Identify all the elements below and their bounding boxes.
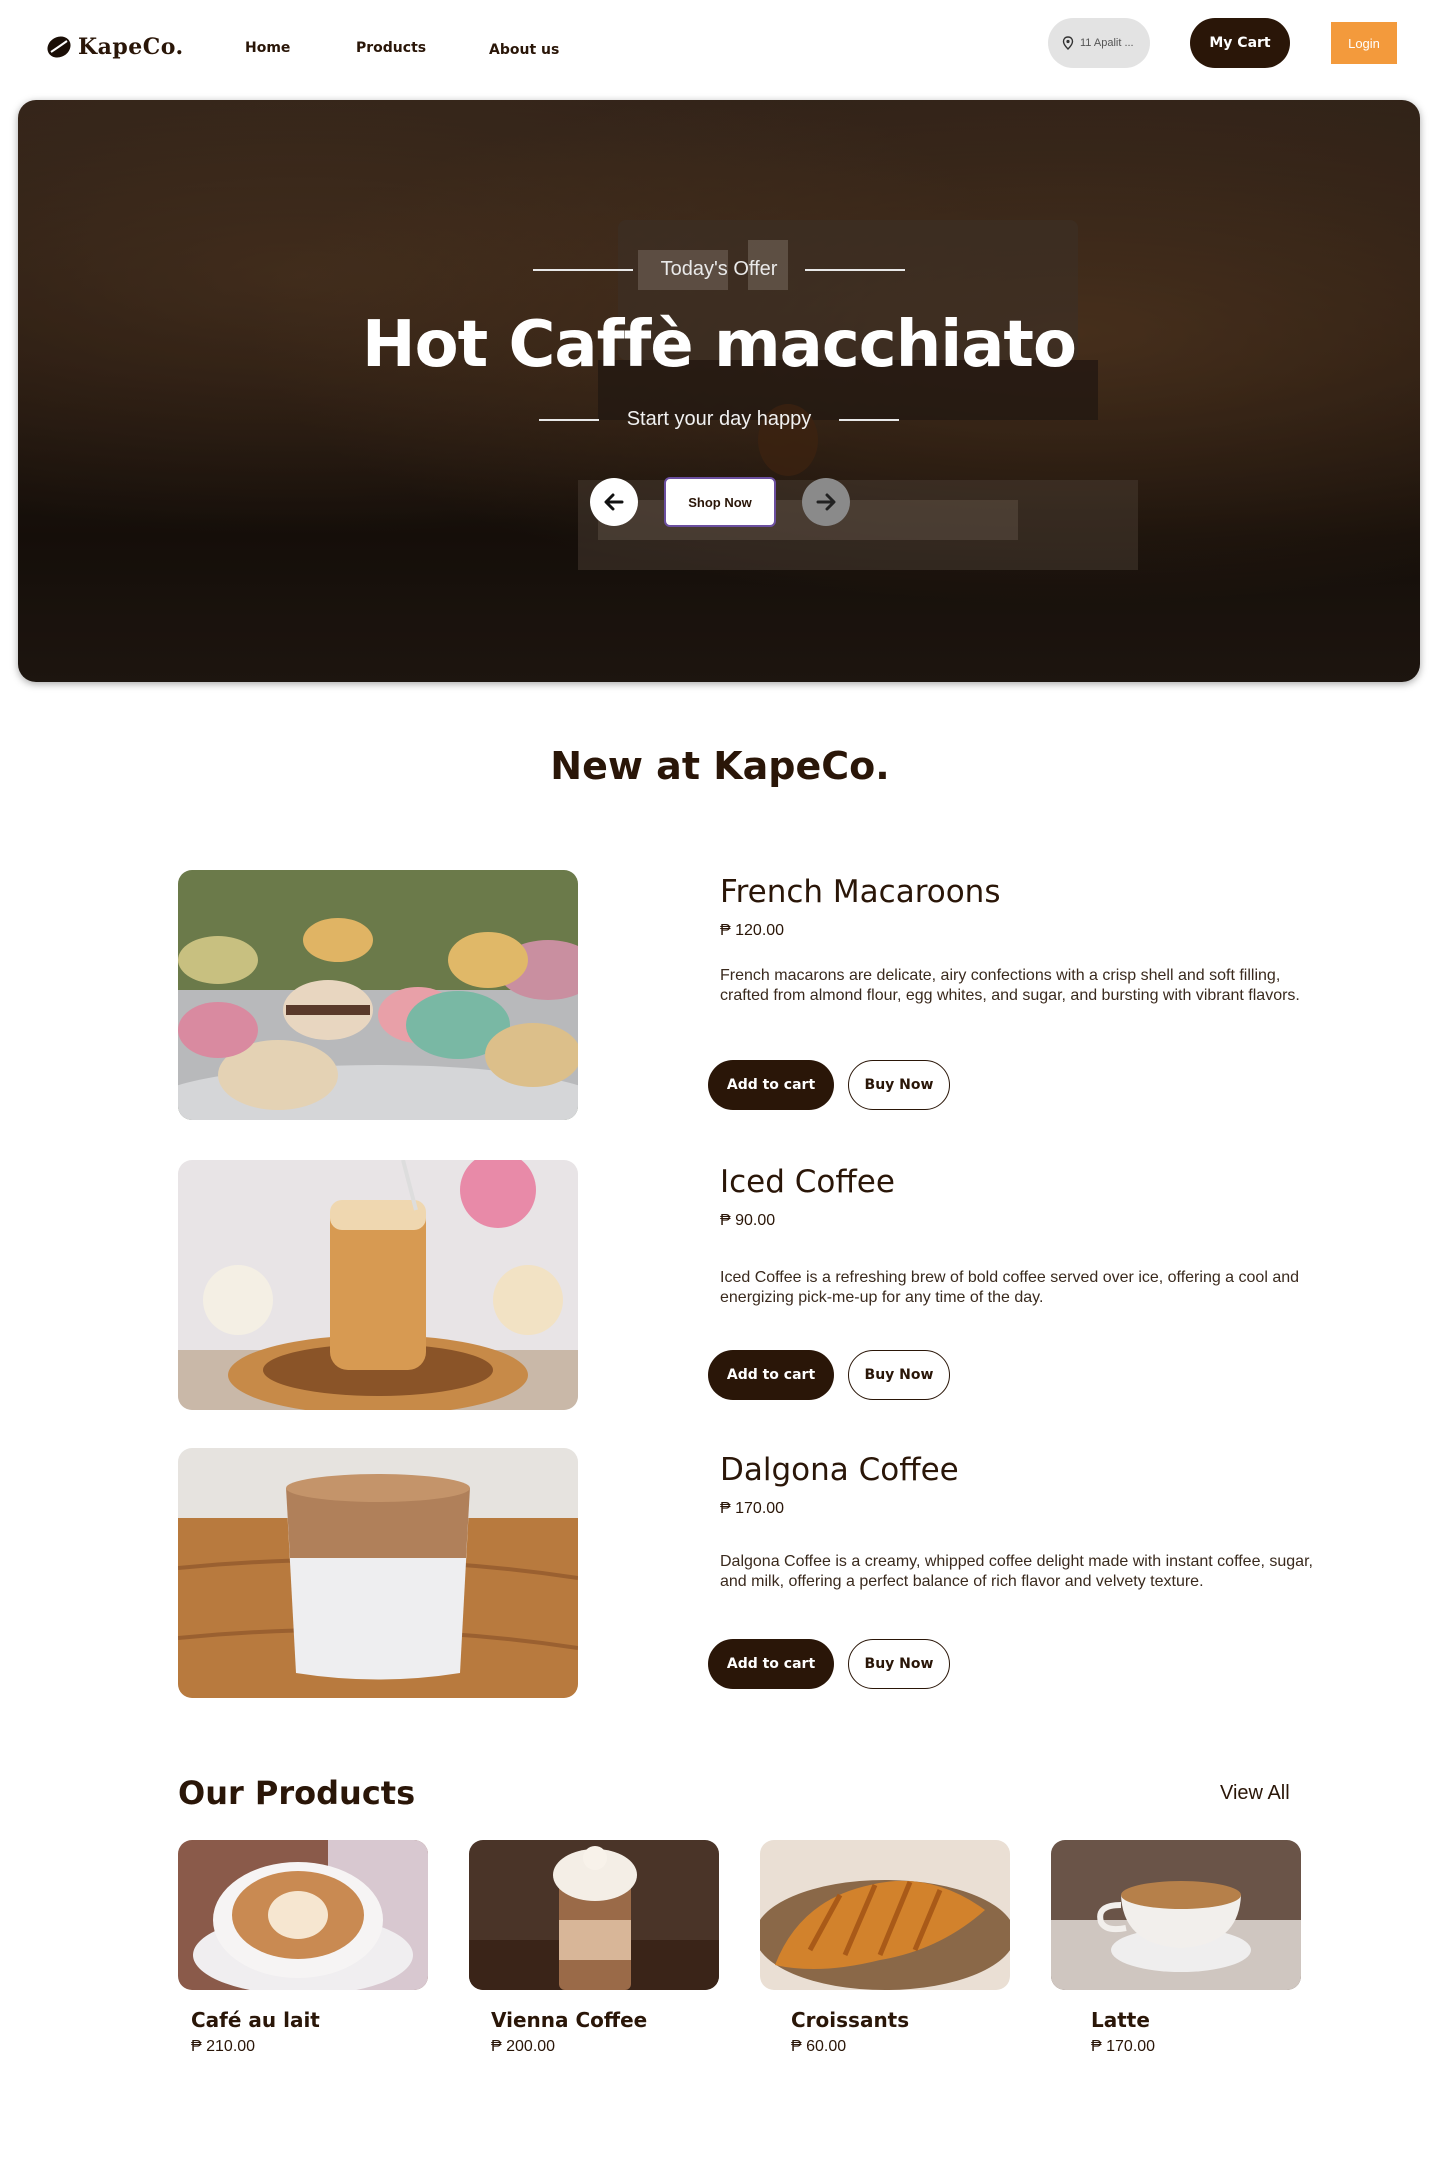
hero-next-button[interactable] [802,478,850,526]
product-name: Latte [1091,2008,1150,2032]
view-all-link[interactable]: View All [1220,1782,1290,1805]
hero-eyebrow-text: Today's Offer [660,258,778,280]
brand-logo[interactable]: KapeCo. [46,34,184,60]
add-to-cart-button[interactable]: Add to cart [708,1350,834,1400]
product-price: ₱ 60.00 [791,2038,847,2055]
product-card[interactable]: Croissants ₱ 60.00 [760,1840,1010,2056]
hero-eyebrow: Today's Offer [18,258,1420,281]
item-price: ₱ 170.00 [720,1500,785,1517]
location-selector[interactable]: 11 Apalit ... [1048,18,1150,68]
new-section-title: New at KapeCo. [550,744,890,788]
top-nav: KapeCo. Home Products About us 11 Apalit… [0,0,1440,92]
hero-overlay [18,100,1420,682]
new-item-card: Dalgona Coffee ₱ 170.00 Dalgona Coffee i… [178,1448,1328,1698]
map-pin-icon [1062,36,1074,50]
new-item-card: French Macaroons ₱ 120.00 French macaron… [178,870,1328,1120]
my-cart-button[interactable]: My Cart [1190,18,1290,68]
product-card[interactable]: Latte ₱ 170.00 [1051,1840,1301,2056]
product-name: Croissants [791,2008,910,2032]
item-description: Iced Coffee is a refreshing brew of bold… [720,1269,1300,1306]
buy-now-button[interactable]: Buy Now [848,1350,950,1400]
product-price: ₱ 200.00 [491,2038,556,2055]
vienna-coffee-image [469,1840,719,1990]
hero-tagline-text: Start your day happy [626,408,812,430]
hero-tagline: Start your day happy [18,408,1420,431]
macaroons-image [178,870,578,1120]
item-price: ₱ 120.00 [720,922,785,939]
tagline-line-left [538,418,599,421]
eyebrow-line-left [532,268,633,271]
dalgona-coffee-image [178,1448,578,1698]
buy-now-button[interactable]: Buy Now [848,1639,950,1689]
croissants-image [760,1840,1010,1990]
product-name: Café au lait [191,2008,320,2032]
cafe-au-lait-image [178,1840,428,1990]
shop-now-button[interactable]: Shop Now [664,477,776,527]
new-item-card: Iced Coffee ₱ 90.00 Iced Coffee is a ref… [178,1160,1328,1410]
product-price: ₱ 210.00 [191,2038,256,2055]
item-name: Dalgona Coffee [720,1452,959,1488]
products-section-title: Our Products [178,1774,416,1812]
item-price: ₱ 90.00 [720,1212,776,1229]
nav-about-link[interactable]: About us [489,42,559,58]
buy-now-button[interactable]: Buy Now [848,1060,950,1110]
arrow-left-icon [604,493,624,511]
coffee-bean-icon [47,36,71,58]
brand-name: KapeCo. [78,34,184,60]
arrow-right-icon [816,493,836,511]
eyebrow-line-right [805,268,906,271]
latte-image [1051,1840,1301,1990]
iced-coffee-image [178,1160,578,1410]
item-name: French Macaroons [720,874,1001,910]
hero-banner: Today's Offer Hot Caffè macchiato Start … [18,100,1420,682]
hero-prev-button[interactable] [590,478,638,526]
product-card[interactable]: Vienna Coffee ₱ 200.00 [469,1840,719,2056]
tagline-line-right [839,418,900,421]
product-name: Vienna Coffee [491,2008,648,2032]
location-text: 11 Apalit ... [1080,37,1134,49]
product-card[interactable]: Café au lait ₱ 210.00 [178,1840,428,2056]
add-to-cart-button[interactable]: Add to cart [708,1639,834,1689]
hero-title: Hot Caffè macchiato [362,308,1077,382]
nav-products-link[interactable]: Products [356,40,426,56]
login-button[interactable]: Login [1331,22,1397,64]
item-name: Iced Coffee [720,1164,895,1200]
nav-home-link[interactable]: Home [245,40,290,56]
item-description: French macarons are delicate, airy confe… [720,967,1300,1004]
add-to-cart-button[interactable]: Add to cart [708,1060,834,1110]
item-description: Dalgona Coffee is a creamy, whipped coff… [720,1553,1313,1590]
product-price: ₱ 170.00 [1091,2038,1156,2055]
